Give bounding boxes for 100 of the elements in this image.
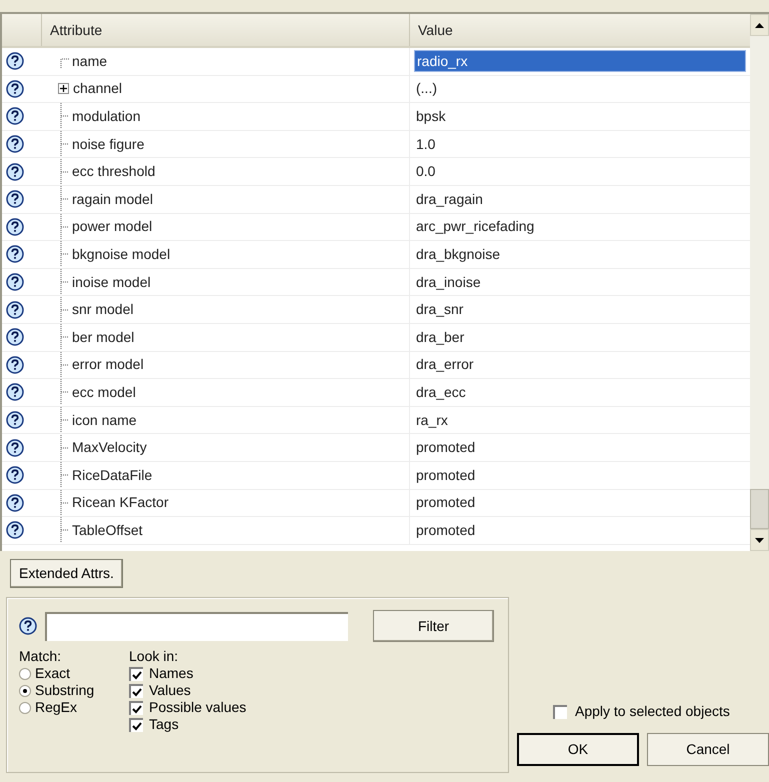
checkbox[interactable]	[129, 666, 143, 680]
attribute-name: inoise model	[72, 272, 151, 292]
attribute-name: ber model	[72, 328, 134, 347]
column-header[interactable]: Value	[410, 14, 750, 46]
scroll-down-icon[interactable]	[755, 538, 764, 542]
column-header[interactable]: Attribute	[42, 14, 410, 46]
attribute-name: MaxVelocity	[72, 438, 147, 458]
attribute-value[interactable]: promoted	[414, 520, 478, 541]
ok-button[interactable]: OK	[517, 733, 639, 766]
checkbox-label: Possible values	[149, 699, 246, 716]
attribute-value[interactable]: 0.0	[414, 161, 438, 182]
scrollbar-thumb[interactable]	[750, 489, 769, 529]
attribute-value[interactable]: dra_ecc	[414, 382, 468, 403]
tree-line-icon	[58, 379, 70, 406]
attribute-value[interactable]: bpsk	[414, 106, 448, 127]
radio-button[interactable]	[19, 702, 31, 714]
help-icon	[6, 218, 24, 236]
attribute-name: ecc model	[72, 382, 136, 402]
scrollbar[interactable]	[750, 14, 769, 551]
extended-attrs-button[interactable]: Extended Attrs.	[10, 559, 123, 588]
tree-line-icon	[58, 186, 70, 212]
radio-button[interactable]	[19, 684, 31, 696]
attribute-value[interactable]: ra_rx	[414, 410, 450, 431]
attribute-name: noise figure	[72, 134, 144, 154]
attribute-name: icon name	[72, 410, 137, 430]
attribute-name: ragain model	[72, 190, 153, 209]
attribute-value[interactable]: dra_error	[414, 354, 476, 376]
checkbox-label: Names	[149, 665, 194, 682]
checkbox-label: Values	[149, 682, 191, 699]
help-icon	[6, 466, 24, 484]
attribute-name: power model	[72, 217, 152, 236]
checkbox[interactable]	[129, 700, 143, 714]
filter-button[interactable]: Filter	[373, 610, 494, 642]
tree-line-icon	[58, 352, 70, 378]
attribute-value[interactable]: promoted	[414, 437, 478, 458]
radio-label: Substring	[35, 682, 94, 699]
checkbox[interactable]	[129, 684, 143, 698]
attribute-name: snr model	[72, 300, 134, 320]
expand-icon[interactable]	[58, 83, 69, 94]
help-icon	[6, 300, 24, 319]
help-icon	[6, 383, 24, 402]
tree-line-icon	[58, 241, 70, 268]
attribute-value[interactable]: radio_rx	[414, 50, 746, 72]
cancel-button[interactable]: Cancel	[647, 733, 769, 766]
attribute-value[interactable]: dra_inoise	[414, 272, 483, 293]
help-icon	[6, 328, 24, 346]
tree-line-icon	[58, 269, 70, 296]
tree-line-icon	[58, 158, 70, 185]
tree-line-icon	[58, 214, 70, 240]
checkbox-label: Tags	[149, 716, 179, 733]
help-icon	[19, 617, 37, 635]
radio-button[interactable]	[19, 668, 31, 680]
tree-line-icon	[58, 103, 70, 130]
attribute-name: channel	[73, 79, 122, 98]
attribute-value[interactable]: 1.0	[414, 134, 438, 155]
tree-line-icon	[58, 462, 70, 488]
radio-label: RegEx	[35, 699, 78, 716]
match-label: Match:	[19, 648, 62, 665]
radio-label: Exact	[35, 665, 70, 682]
attribute-value[interactable]: dra_snr	[414, 299, 466, 320]
help-icon	[6, 52, 24, 70]
help-icon	[6, 494, 24, 512]
help-icon	[6, 273, 24, 292]
attribute-name: Ricean KFactor	[72, 493, 168, 512]
attribute-name: modulation	[72, 106, 140, 126]
help-icon	[6, 245, 24, 264]
attribute-name: bkgnoise model	[72, 244, 170, 264]
help-icon	[6, 356, 24, 374]
attribute-value[interactable]: dra_bkgnoise	[414, 244, 502, 265]
tree-line-icon	[58, 407, 70, 434]
look-in-label: Look in:	[129, 648, 178, 665]
attribute-name: ecc threshold	[72, 162, 156, 182]
attribute-name: RiceDataFile	[72, 466, 152, 485]
help-icon	[6, 438, 24, 457]
checkbox[interactable]	[553, 704, 567, 718]
attribute-name: name	[72, 52, 108, 71]
filter-field[interactable]	[45, 612, 348, 640]
tree-line-icon	[58, 296, 70, 323]
help-icon	[6, 190, 24, 208]
attribute-value[interactable]: dra_ber	[414, 326, 466, 348]
scroll-up-icon[interactable]	[755, 22, 764, 28]
tree-line-icon	[58, 324, 70, 350]
help-icon	[6, 411, 24, 430]
checkbox[interactable]	[129, 718, 143, 732]
apply-label: Apply to selected objects	[575, 702, 730, 721]
help-icon	[6, 80, 24, 98]
help-icon	[6, 162, 24, 181]
attribute-value[interactable]: dra_ragain	[414, 188, 485, 210]
attribute-name: error model	[72, 355, 144, 374]
help-icon	[6, 135, 24, 154]
help-icon	[6, 521, 24, 540]
tree-line-icon	[58, 434, 70, 461]
attribute-value[interactable]: (...)	[414, 78, 439, 100]
attribute-value[interactable]: arc_pwr_ricefading	[414, 216, 536, 238]
attribute-value[interactable]: promoted	[414, 492, 478, 514]
attribute-name: TableOffset	[72, 520, 143, 540]
help-icon	[6, 107, 24, 126]
tree-line-icon	[58, 517, 70, 544]
tree-line-icon	[58, 490, 70, 516]
attribute-value[interactable]: promoted	[414, 464, 478, 486]
